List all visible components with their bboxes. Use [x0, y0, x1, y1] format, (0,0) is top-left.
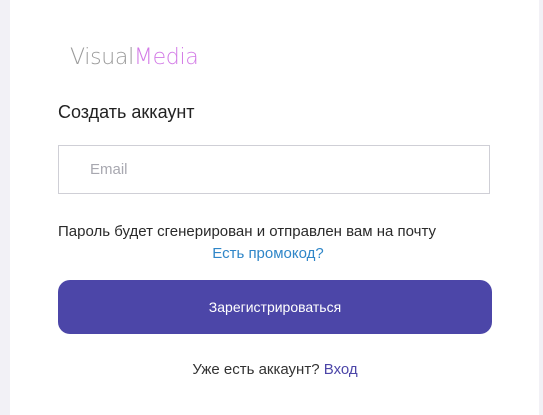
logo-media-text: Media	[133, 45, 199, 70]
have-account-text: Уже есть аккаунт?	[192, 361, 320, 378]
page-title: Создать аккаунт	[58, 102, 195, 122]
register-button[interactable]: Зарегистрироваться	[58, 280, 492, 334]
visualmedia-logo: VisualMedia	[70, 44, 199, 72]
registration-card: VisualMedia Создать аккаунт Пароль будет…	[10, 0, 539, 415]
promo-code-link[interactable]: Есть промокод?	[58, 244, 478, 264]
logo-visual-text: Visual	[70, 45, 134, 70]
email-field[interactable]	[58, 145, 490, 194]
password-note: Пароль будет сгенерирован и отправлен ва…	[58, 223, 437, 240]
login-link[interactable]: Вход	[324, 361, 358, 378]
login-prompt: Уже есть аккаунт? Вход	[58, 360, 492, 380]
